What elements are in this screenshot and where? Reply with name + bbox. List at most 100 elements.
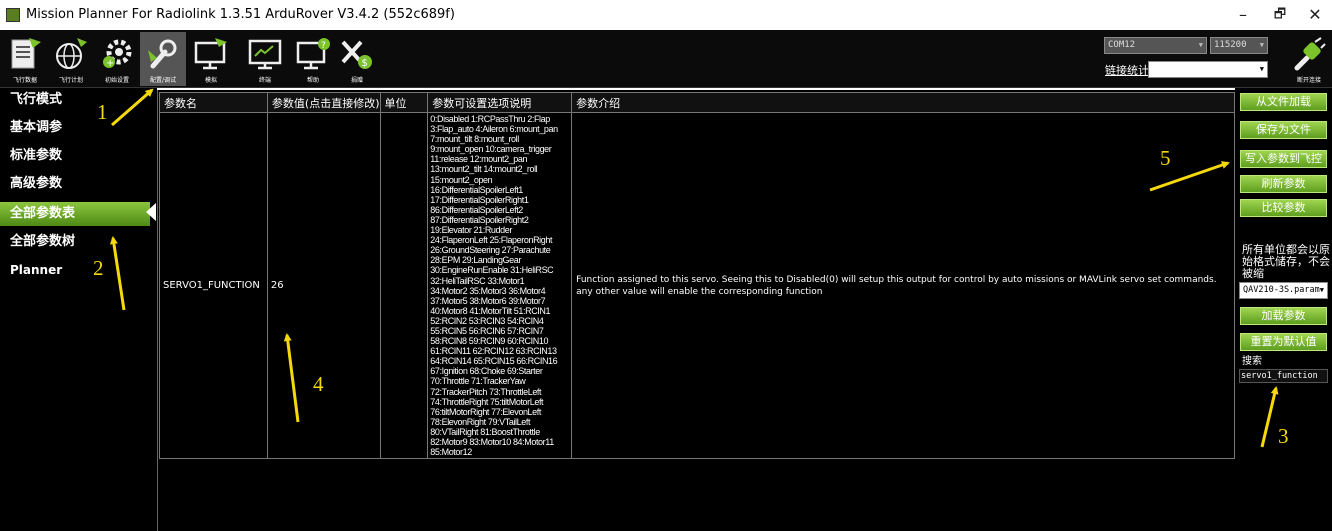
toolbar-config-tuning-button[interactable]: 配置/调试 [140,32,186,86]
option-line: 86:DifferentialSpoilerLeft2 [430,204,523,215]
search-input[interactable] [1239,369,1328,383]
option-line: 16:DifferentialSpoilerLeft1 [430,184,523,195]
column-header-options[interactable]: 参数可设置选项说明 [427,92,573,113]
param-value-cell[interactable]: 26 [266,111,381,460]
close-button[interactable]: ✕ [1300,4,1330,26]
baud-rate-select[interactable]: 115200 ▼ [1210,37,1268,54]
toolbar-simulation-button[interactable]: 模拟 [188,32,234,86]
toolbar-donate-button[interactable]: $ 捐赠 [334,32,380,86]
column-header-param-name[interactable]: 参数名 [159,92,268,113]
globe-icon [56,38,87,69]
load-preset-button[interactable]: 加载参数 [1240,307,1327,325]
param-preset-select[interactable]: QAV210-3S.param ▼ [1239,282,1328,299]
nav-item-flight-modes[interactable]: 飞行模式 [0,88,150,112]
chevron-down-icon: ▼ [1198,41,1203,49]
option-line: 19:Elevator 21:Rudder [430,225,512,236]
param-options-cell: 0:Disabled 1:RCPassThru 2:Flap 3:Flap_aut… [427,111,573,460]
option-line: 34:Motor2 35:Motor3 36:Motor4 [430,285,546,296]
monitor-icon [194,38,227,70]
save-to-file-button[interactable]: 保存为文件 [1240,121,1327,139]
toolbar-flight-data-button[interactable]: 飞行数据 [2,32,48,86]
svg-text:+: + [106,58,114,69]
terminal-icon [248,39,282,70]
option-line: 70:Throttle 71:TrackerYaw [430,376,526,387]
link-stats-select[interactable]: ▼ [1148,61,1268,78]
table-row[interactable]: SERVO1_FUNCTION 26 0:Disabled 1:RCPassTh… [159,111,1235,460]
toolbar-terminal-button[interactable]: 终端 [242,32,288,86]
option-line: 78:ElevonRight 79:VTailLeft [430,416,531,427]
nav-item-full-parameter-list[interactable]: 全部参数表 [0,202,150,226]
toolbar-initial-setup-button[interactable]: + 初始设置 [94,32,140,86]
option-line: 52:RCIN2 53:RCIN3 54:RCIN4 [430,315,544,326]
com-port-select[interactable]: COM12 ▼ [1104,37,1207,54]
option-line: 58:RCIN8 59:RCIN9 60:RCIN10 [430,336,549,347]
title-bar: Mission Planner For Radiolink 1.3.51 Ard… [0,0,1332,30]
option-line: 74:ThrottleRight 75:tiltMotorLeft [430,396,544,407]
minimize-button[interactable]: – [1228,4,1258,26]
option-line: 85:Motor12 [430,447,472,458]
option-line: 72:TrackerPitch 73:ThrottleLeft [430,386,542,397]
option-line: 28:EPM 29:LandingGear [430,255,521,266]
parameter-table-area: 参数名 参数值(点击直接修改) 单位 参数可设置选项说明 参数介绍 SERVO1… [157,90,1235,531]
nav-item-advanced-params[interactable]: 高级参数 [0,172,150,196]
table-header-row: 参数名 参数值(点击直接修改) 单位 参数可设置选项说明 参数介绍 [159,92,1235,113]
app-icon [6,8,20,22]
param-name-cell: SERVO1_FUNCTION [159,111,268,460]
annotation-number-5: 5 [1160,146,1171,170]
option-line: 80:VTailRight 81:BoostThrottle [430,426,540,437]
option-line: 55:RCIN5 56:RCIN6 57:RCIN7 [430,325,544,336]
toolbar-help-button[interactable]: ? 帮助 [290,32,336,86]
annotation-number-3: 3 [1278,424,1289,448]
gear-icon: + [103,39,132,69]
refresh-params-button[interactable]: 刷新参数 [1240,175,1327,193]
column-header-description[interactable]: 参数介绍 [571,92,1235,113]
option-line: 82:Motor9 83:Motor10 84:Motor11 [430,437,554,447]
option-line: 64:RCIN14 65:RCIN15 66:RCIN16 [430,356,558,367]
svg-text:$: $ [362,58,368,69]
option-line: 17:DifferentialSpoilerRight1 [430,194,529,205]
option-line: 3:Flap_auto 4:Aileron 6:mount_pan [430,124,558,135]
plug-icon [1294,37,1326,71]
chevron-down-icon: ▼ [1259,65,1264,73]
window-title: Mission Planner For Radiolink 1.3.51 Ard… [26,7,455,22]
nav-item-standard-params[interactable]: 标准参数 [0,144,150,168]
option-line: 11:release 12:mount2_pan [430,154,528,165]
options-list: 0:Disabled 1:RCPassThru 2:Flap 3:Flap_aut… [430,114,569,457]
param-description-cell: Function assigned to this servo. Seeing … [571,111,1235,460]
option-line: 67:Ignition 68:Choke 69:Starter [430,366,543,377]
svg-text:?: ? [321,41,326,51]
wrench-icon [148,39,177,69]
toolbar-flight-plan-button[interactable]: 飞行计划 [48,32,94,86]
nav-item-basic-tuning[interactable]: 基本调参 [0,116,150,140]
option-line: 61:RCIN11 62:RCIN12 63:RCIN13 [430,346,557,357]
option-line: 13:mount2_tilt 14:mount2_roll [430,164,538,175]
annotation-number-1: 1 [97,100,108,124]
column-header-param-value[interactable]: 参数值(点击直接修改) [266,92,381,113]
option-line: 24:FlaperonLeft 25:FlaperonRight [430,235,553,246]
units-note: 所有单位都会以原始格式储存，不会被缩 [1242,243,1330,280]
option-line: 0:Disabled 1:RCPassThru 2:Flap [430,114,550,124]
column-header-unit[interactable]: 单位 [379,92,429,113]
donate-icon: $ [341,40,372,69]
option-line: 7:mount_tilt 8:mount_roll [430,134,519,145]
nav-item-planner[interactable]: Planner [0,258,150,282]
maximize-button[interactable]: 🗗 [1265,4,1295,26]
option-line: 15:mount2_open [430,174,493,185]
main-toolbar: 飞行数据 飞行计划 + 初始设置 配置/调试 模拟 终端 ? 帮助 $ 捐赠 C… [0,30,1332,88]
flight-data-icon [11,38,41,69]
active-item-caret [146,203,156,221]
option-line: 9:mount_open 10:camera_trigger [430,144,552,155]
compare-params-button[interactable]: 比较参数 [1240,199,1327,217]
annotation-number-2: 2 [93,256,104,280]
reset-defaults-button[interactable]: 重置为默认值 [1240,333,1327,351]
load-from-file-button[interactable]: 从文件加载 [1240,93,1327,111]
nav-item-full-parameter-tree[interactable]: 全部参数树 [0,230,150,254]
connect-button[interactable]: 断开连接 [1286,32,1332,86]
right-panel: 从文件加载 保存为文件 写入参数到飞控 刷新参数 比较参数 所有单位都会以原始格… [1235,88,1332,531]
left-nav: 飞行模式 基本调参 标准参数 高级参数 全部参数表 全部参数树 Planner [0,88,157,531]
write-params-button[interactable]: 写入参数到飞控 [1240,150,1327,168]
chevron-down-icon: ▼ [1259,41,1264,49]
chevron-down-icon: ▼ [1319,283,1324,298]
link-stats-link[interactable]: 链接统计 [1105,62,1149,78]
search-label: 搜索 [1242,356,1262,367]
